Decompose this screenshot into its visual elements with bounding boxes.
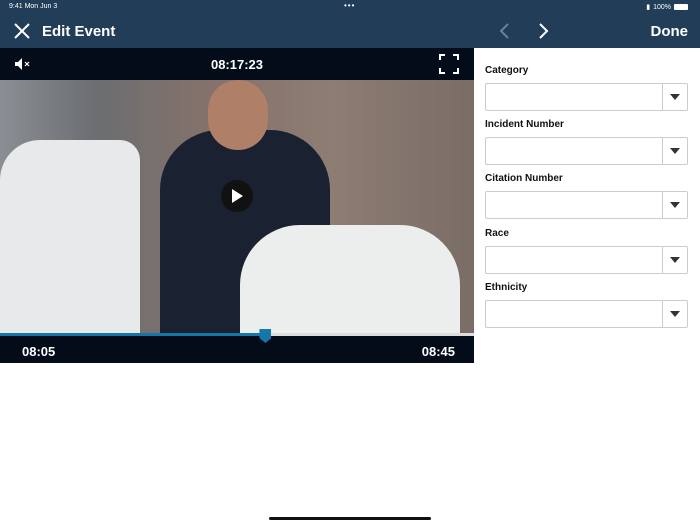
status-time: 9:41 Mon Jun 3 bbox=[9, 3, 58, 10]
clip-start-time: 08:05 bbox=[22, 344, 56, 359]
multitask-dots-icon: ••• bbox=[344, 1, 356, 10]
close-icon[interactable] bbox=[13, 22, 31, 40]
previous-icon[interactable] bbox=[498, 22, 512, 40]
timeline-scrubber[interactable] bbox=[0, 329, 474, 343]
current-timecode: 08:17:23 bbox=[210, 57, 264, 72]
chevron-down-icon[interactable] bbox=[662, 247, 687, 273]
field-label: Category bbox=[485, 65, 529, 76]
chevron-down-icon[interactable] bbox=[662, 138, 687, 164]
page-title: Edit Event bbox=[42, 23, 116, 40]
citation-number-select[interactable] bbox=[485, 191, 688, 219]
home-indicator[interactable] bbox=[269, 517, 431, 520]
race-select[interactable] bbox=[485, 246, 688, 274]
video-player: 08:17:23 08:05 08:45 bbox=[0, 48, 474, 363]
chevron-down-icon[interactable] bbox=[662, 301, 687, 327]
field-label: Ethnicity bbox=[485, 282, 528, 293]
battery-percent: 100% bbox=[653, 3, 671, 11]
player-toolbar: 08:17:23 bbox=[0, 48, 474, 80]
battery-icon bbox=[674, 4, 688, 10]
status-indicators: ▮ 100% bbox=[646, 3, 688, 11]
field-label: Race bbox=[485, 228, 509, 239]
ethnicity-field: Ethnicity bbox=[485, 282, 688, 328]
app-header: 9:41 Mon Jun 3 ••• ▮ 100% Edit Event Don… bbox=[0, 0, 700, 48]
signal-icon: ▮ bbox=[646, 4, 651, 11]
timeline-progress bbox=[0, 333, 266, 336]
play-button[interactable] bbox=[221, 180, 253, 212]
fullscreen-icon[interactable] bbox=[439, 54, 459, 74]
incident-number-select[interactable] bbox=[485, 137, 688, 165]
race-field: Race bbox=[485, 228, 688, 274]
ethnicity-select[interactable] bbox=[485, 300, 688, 328]
clip-end-time: 08:45 bbox=[421, 344, 455, 359]
category-select[interactable] bbox=[485, 83, 688, 111]
video-frame[interactable] bbox=[0, 80, 474, 333]
next-icon[interactable] bbox=[536, 22, 550, 40]
chevron-down-icon[interactable] bbox=[662, 192, 687, 218]
done-button[interactable]: Done bbox=[651, 23, 689, 40]
play-icon bbox=[232, 189, 243, 203]
scrubber-handle[interactable] bbox=[259, 329, 272, 343]
field-label: Incident Number bbox=[485, 119, 564, 130]
chevron-down-icon[interactable] bbox=[662, 84, 687, 110]
citation-number-field: Citation Number bbox=[485, 173, 688, 219]
field-label: Citation Number bbox=[485, 173, 563, 184]
category-field: Category bbox=[485, 65, 688, 111]
incident-number-field: Incident Number bbox=[485, 119, 688, 165]
